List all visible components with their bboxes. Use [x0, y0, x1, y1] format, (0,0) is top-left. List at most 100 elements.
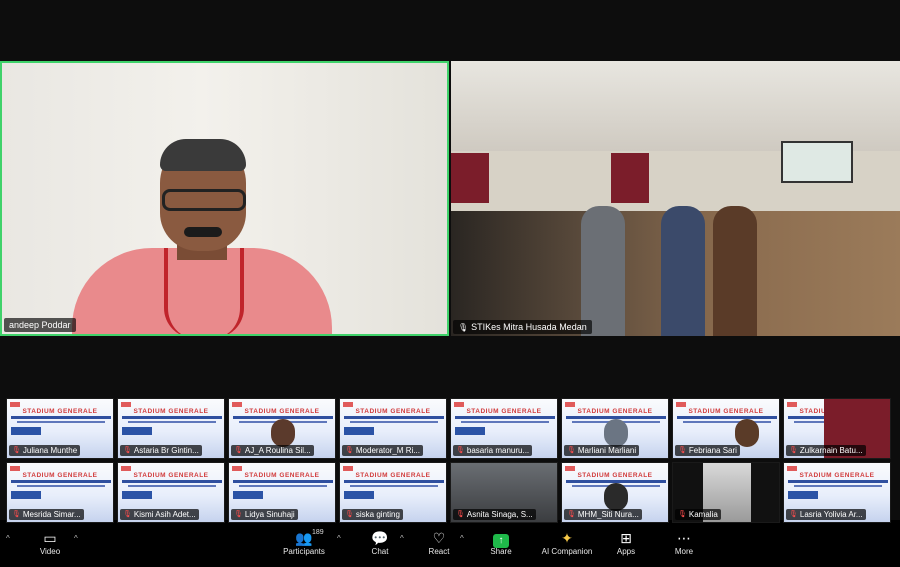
banner-title: STADIUM GENERALE: [22, 472, 98, 479]
curtain: [451, 153, 489, 203]
participant-face: [604, 483, 628, 511]
react-label: React: [428, 547, 450, 556]
participant-gallery: STADIUM GENERALE 🎙 Juliana Munthe STADIUM…: [6, 398, 894, 524]
banner-title: STADIUM GENERALE: [22, 408, 98, 415]
room-video-tile[interactable]: 🎙 STIKes Mitra Husada Medan: [451, 61, 900, 336]
video-label: Video: [39, 547, 61, 556]
participant-tile[interactable]: STADIUM GENERALE 🎙 Astaria Br Gintin...: [117, 398, 225, 459]
participant-name: Lasria Yolivia Ar...: [799, 510, 863, 519]
share-screen-icon: ↑: [493, 534, 509, 548]
participant-name: Astaria Br Gintin...: [133, 446, 199, 455]
participant-name: siska ginting: [355, 510, 400, 519]
participants-label: Participants: [283, 547, 325, 556]
participant-tile[interactable]: STADIUM GENERALE 🎙 Moderator_M Ri...: [339, 398, 447, 459]
banner-title: STADIUM GENERALE: [355, 472, 431, 479]
participant-name: AJ_A Roulina Sil...: [244, 446, 311, 455]
participant-tile[interactable]: STADIUM GENERALE 🎙Zulkarnain Batu...: [783, 398, 891, 459]
participant-name: Zulkarnain Batu...: [799, 446, 863, 455]
banner-title: STADIUM GENERALE: [466, 408, 542, 415]
audience: [451, 206, 900, 336]
video-button[interactable]: ▭ Video: [22, 529, 78, 556]
mic-muted-icon: 🎙: [678, 511, 687, 518]
banner-title: STADIUM GENERALE: [355, 408, 431, 415]
banner-title: STADIUM GENERALE: [133, 408, 209, 415]
share-label: Share: [490, 547, 512, 556]
banner-title: STADIUM GENERALE: [577, 408, 653, 415]
chevron-up-icon[interactable]: ^: [400, 534, 404, 543]
participant-name: Marliani Marliani: [577, 446, 637, 455]
banner-title: STADIUM GENERALE: [244, 408, 320, 415]
participant-name: Juliana Munthe: [22, 446, 78, 455]
participant-tile[interactable]: 🎙 Asnita Sinaga, S...: [450, 462, 558, 523]
mic-muted-icon: 🎙: [12, 511, 21, 518]
participant-tile[interactable]: STADIUM GENERALE 🎙 Kismi Asih Adet...: [117, 462, 225, 523]
participant-name: Febriana Sari: [688, 446, 737, 455]
participant-tile[interactable]: STADIUM GENERALE 🎙 Marliani Marliani: [561, 398, 669, 459]
speaker-video: [72, 139, 332, 334]
apps-icon: ⊞: [620, 530, 632, 546]
participant-name: basaria manuru...: [466, 446, 530, 455]
meeting-stage: andeep Poddar 🎙 STIKes Mitra Husada Meda…: [0, 0, 900, 523]
participant-tile[interactable]: STADIUM GENERALE 🎙 Mesrida Simar...: [6, 462, 114, 523]
heart-icon: ♡: [432, 530, 446, 546]
active-speaker-tile[interactable]: andeep Poddar: [0, 61, 449, 336]
mic-muted-icon: 🎙: [567, 447, 576, 454]
banner-title: STADIUM GENERALE: [133, 472, 209, 479]
participant-face: [735, 419, 759, 447]
video-camera-icon: ▭: [43, 530, 57, 546]
mic-muted-icon: 🎙: [234, 447, 243, 454]
mic-muted-icon: 🎙: [345, 447, 354, 454]
apps-label: Apps: [616, 547, 636, 556]
room-ceiling: [451, 61, 900, 151]
banner-title: STADIUM GENERALE: [799, 472, 875, 479]
participant-face: [271, 419, 295, 447]
react-button[interactable]: ♡ React: [411, 529, 467, 556]
participant-tile[interactable]: STADIUM GENERALE 🎙 MHM_Siti Nura...: [561, 462, 669, 523]
meeting-toolbar: ^ ▭ Video ^ 👥 189 Participants ^ 💬 Chat …: [0, 527, 900, 567]
participant-name: Asnita Sinaga, S...: [466, 510, 533, 519]
participants-button[interactable]: 👥 189 Participants: [276, 529, 332, 556]
room-name-tag: 🎙 STIKes Mitra Husada Medan: [453, 320, 592, 334]
chevron-up-icon[interactable]: ^: [337, 534, 341, 543]
mic-muted-icon: 🎙: [789, 511, 798, 518]
participant-tile[interactable]: STADIUM GENERALE 🎙 basaria manuru...: [450, 398, 558, 459]
chevron-up-icon[interactable]: ^: [6, 534, 10, 543]
chevron-up-icon[interactable]: ^: [74, 534, 78, 543]
banner-title: STADIUM GENERALE: [688, 408, 764, 415]
banner-title: STADIUM GENERALE: [244, 472, 320, 479]
chevron-up-icon[interactable]: ^: [460, 534, 464, 543]
microphone-icon: 🎙: [458, 322, 469, 332]
participant-name: Kamalia: [688, 510, 718, 519]
mic-muted-icon: 🎙: [345, 511, 354, 518]
more-dots-icon: ⋯: [677, 530, 691, 546]
participant-name: Lidya Sinuhaji: [244, 510, 295, 519]
more-label: More: [674, 547, 694, 556]
ai-companion-label: AI Companion: [541, 547, 593, 556]
banner-title: STADIUM GENERALE: [577, 472, 653, 479]
speaker-name-tag: andeep Poddar: [4, 318, 76, 332]
participants-count: 189: [312, 529, 324, 536]
participant-name: Kismi Asih Adet...: [133, 510, 196, 519]
more-button[interactable]: ⋯ More: [656, 529, 712, 556]
curtain: [611, 153, 649, 203]
mic-muted-icon: 🎙: [123, 511, 132, 518]
participant-tile[interactable]: STADIUM GENERALE 🎙 Febriana Sari: [672, 398, 780, 459]
mic-muted-icon: 🎙: [567, 511, 576, 518]
participant-tile[interactable]: STADIUM GENERALE 🎙 Lasria Yolivia Ar...: [783, 462, 891, 523]
participant-tile[interactable]: STADIUM GENERALE 🎙 AJ_A Roulina Sil...: [228, 398, 336, 459]
apps-button[interactable]: ⊞ Apps: [598, 529, 654, 556]
mic-muted-icon: 🎙: [456, 511, 465, 518]
chat-label: Chat: [371, 547, 389, 556]
participant-tile[interactable]: STADIUM GENERALE 🎙 Juliana Munthe: [6, 398, 114, 459]
mic-muted-icon: 🎙: [12, 447, 21, 454]
mic-muted-icon: 🎙: [234, 511, 243, 518]
projector-screen: [781, 141, 853, 183]
mic-muted-icon: 🎙: [456, 447, 465, 454]
participant-name: Moderator_M Ri...: [355, 446, 420, 455]
participant-tile[interactable]: STADIUM GENERALE 🎙 Lidya Sinuhaji: [228, 462, 336, 523]
ai-companion-button[interactable]: ✦ AI Companion: [536, 529, 598, 556]
participant-tile[interactable]: STADIUM GENERALE 🎙 siska ginting: [339, 462, 447, 523]
share-button[interactable]: ↑ Share: [473, 529, 529, 556]
participant-tile[interactable]: 🎙 Kamalia: [672, 462, 780, 523]
room-name: STIKes Mitra Husada Medan: [471, 322, 587, 332]
